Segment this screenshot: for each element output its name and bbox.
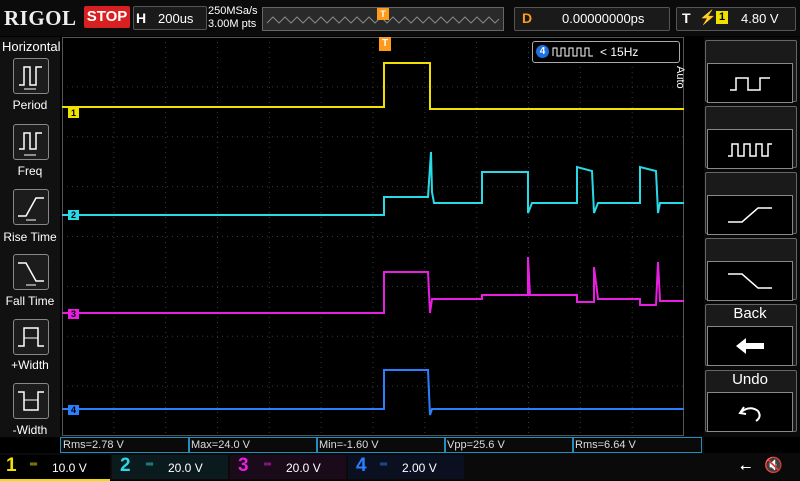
channel-4-scale: 2.00 V (402, 461, 437, 475)
dc-coupling-icon: ═ (264, 459, 272, 470)
freq-button[interactable] (13, 124, 49, 160)
pos-width-icon (18, 327, 44, 347)
usb-icon: ⭠ (740, 458, 752, 474)
freq-wave-icon (707, 129, 793, 169)
fall-time-icon (18, 262, 44, 286)
graticule (62, 37, 684, 436)
channel-2-trace (62, 151, 684, 216)
pos-width-button[interactable] (13, 319, 49, 355)
channel-1-scale: 10.0 V (52, 461, 87, 475)
sample-rate: 250MSa/s (208, 5, 258, 17)
speaker-muted-icon[interactable]: 🔇 (764, 456, 783, 474)
channel-4-marker[interactable]: 4 (68, 405, 79, 415)
measurement-item[interactable]: Rms=2.78 V (60, 437, 190, 453)
timebase-value: 200us (158, 11, 194, 26)
waveform-display[interactable] (62, 37, 684, 436)
memory-depth: 3.00M pts (208, 18, 257, 30)
rise-wave-icon (707, 195, 793, 235)
back-label: Back (733, 305, 767, 322)
freq-counter-value: < 15Hz (600, 45, 639, 59)
trigger-mode-label: Auto (674, 66, 686, 89)
channel-1-number: 1 (6, 455, 17, 476)
pos-width-label: +Width (11, 358, 49, 372)
trigger-time-marker[interactable]: T (379, 37, 391, 51)
channel-2-scale: 20.0 V (168, 461, 203, 475)
trigger-source-channel: 1 (716, 11, 728, 24)
dc-coupling-icon: ═ (380, 459, 388, 470)
pulse-icon (552, 47, 593, 57)
fall-wave-icon (707, 261, 793, 301)
neg-width-label: -Width (12, 423, 48, 437)
dc-coupling-icon: ═ (146, 459, 154, 470)
dc-coupling-icon: ═ (30, 459, 38, 470)
trigger-position-marker[interactable]: T (377, 8, 389, 20)
channel-3-trace (62, 256, 684, 314)
fall-time-label: Fall Time (5, 294, 55, 308)
delay-value: 0.00000000ps (562, 11, 645, 26)
rising-edge-icon: ⚡ (699, 9, 717, 25)
rise-time-button[interactable] (13, 189, 49, 225)
period-button[interactable] (13, 58, 49, 94)
memory-navigator[interactable]: T (262, 7, 504, 31)
channel-4-number: 4 (356, 455, 367, 476)
undo-label: Undo (732, 371, 768, 388)
measurement-item[interactable]: Rms=6.64 V (572, 437, 702, 453)
rise-time-icon (18, 197, 44, 221)
measurement-item[interactable]: Max=24.0 V (188, 437, 318, 453)
neg-width-button[interactable] (13, 383, 49, 419)
left-menu-title: Horizontal (2, 39, 61, 54)
channel-2-marker[interactable]: 2 (68, 210, 79, 220)
undo-arrow-icon (707, 392, 793, 432)
back-arrow-icon (707, 326, 793, 366)
run-stop-status[interactable]: STOP (84, 6, 130, 28)
delay-label: D (522, 10, 533, 26)
freq-label: Freq (17, 164, 43, 178)
period-wave-icon (707, 63, 793, 103)
neg-width-icon (18, 391, 44, 411)
brand-logo: RIGOL (4, 6, 77, 30)
rise-time-label: Rise Time (3, 230, 57, 244)
fall-time-button[interactable] (13, 254, 49, 290)
channel-2-number: 2 (120, 455, 131, 476)
freq-icon (19, 132, 42, 156)
period-label: Period (12, 98, 48, 112)
channel-3-marker[interactable]: 3 (68, 309, 79, 319)
period-icon (19, 66, 42, 90)
channel-1-marker[interactable]: 1 (68, 108, 79, 118)
trigger-label: T (682, 10, 691, 26)
horizontal-label: H (136, 10, 147, 26)
channel-3-scale: 20.0 V (286, 461, 321, 475)
measurement-item[interactable]: Vpp=25.6 V (444, 437, 574, 453)
freq-counter-channel: 4 (536, 45, 549, 58)
measurement-item[interactable]: Min=-1.60 V (316, 437, 446, 453)
trigger-level: 4.80 V (741, 11, 779, 26)
channel-3-number: 3 (238, 455, 249, 476)
